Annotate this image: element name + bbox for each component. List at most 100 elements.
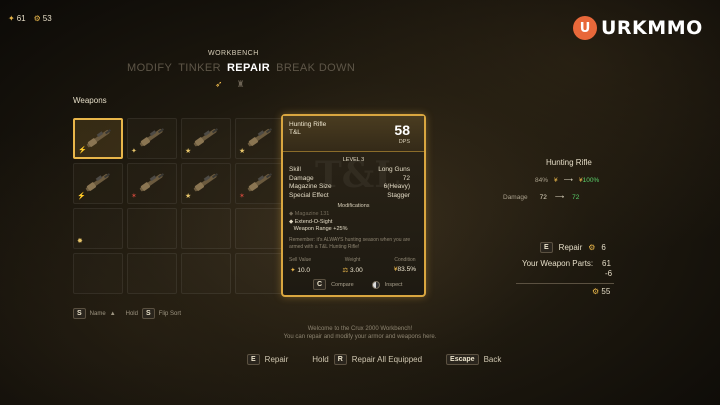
weight-amount: 3.00	[350, 267, 363, 274]
compare-key[interactable]: C	[313, 279, 327, 290]
item-dps: 58	[394, 122, 410, 138]
inventory-slot[interactable]: ★	[181, 163, 231, 204]
weapon-icon	[136, 170, 168, 194]
stat-row: Magazine Size 6(Heavy)	[289, 183, 410, 192]
sort-hint: S Name ▲ Hold S Flip Sort	[73, 308, 181, 319]
stat-row: Damage 72	[289, 175, 410, 184]
damage-to: 72	[572, 193, 580, 201]
workbench-title: WORKBENCH	[208, 50, 259, 57]
weapon-parts-summary: Your Weapon Parts: 61 -6	[522, 259, 612, 278]
slot-status-icon: ★	[239, 148, 246, 155]
inventory-slot[interactable]: ★	[181, 118, 231, 159]
flip-sort-key[interactable]: S	[141, 308, 155, 319]
condition-to: 100%	[582, 176, 600, 184]
stat-label: Magazine Size	[289, 183, 332, 191]
armor-category-icon[interactable]: ♜	[237, 79, 245, 90]
damage-change: Damage 72 ⟶ 72	[503, 193, 580, 202]
condition-amount: 83.5%	[397, 266, 416, 273]
stat-value: 72	[402, 174, 410, 182]
inventory-slot[interactable]: ★	[235, 118, 285, 159]
tab-tinker[interactable]: TINKER	[178, 62, 221, 74]
stat-value: Long Guns	[378, 166, 410, 173]
stat-row: Skill Long Guns	[289, 166, 410, 175]
sort-label: Name	[89, 310, 106, 317]
inventory-slot[interactable]	[235, 208, 285, 249]
weapon-icon	[190, 125, 222, 149]
escape-key[interactable]: Escape	[446, 354, 479, 365]
slot-status-icon: ★	[185, 193, 192, 200]
sort-key[interactable]: S	[73, 308, 86, 319]
condition-icon: ¥	[554, 176, 558, 184]
repair-action[interactable]: E Repair ⚙ 6	[540, 242, 606, 253]
flavor-text: Remember: it's ALWAYS hunting season whe…	[289, 237, 411, 250]
inventory-slot[interactable]	[181, 253, 231, 294]
item-value-weight-condition: Sell Value ✦ 10.0 Weight ⚖ 3.00 Condition ¥…	[289, 257, 416, 274]
inventory-slot[interactable]: ✶	[127, 163, 177, 204]
stat-value: 6(Heavy)	[383, 183, 410, 191]
parts-icon: ⚙	[33, 14, 41, 23]
back-label[interactable]: Back	[484, 355, 502, 364]
compare-label: Compare	[331, 281, 354, 288]
logo-mark: U	[573, 16, 597, 40]
slot-status-icon: ✸	[77, 238, 83, 245]
inventory-slot[interactable]: ✦	[127, 118, 177, 159]
bits-count: 61	[16, 14, 26, 23]
resource-counter: ✦ 61 ⚙ 53	[8, 14, 52, 23]
weapon-icon	[83, 126, 115, 150]
weapon-grid: ⚡ ✦ ★ ★ ⚡ ✶ ★ ✶ ✸	[73, 118, 288, 294]
parts-after-value: 55	[601, 287, 611, 296]
damage-label: Damage	[503, 193, 528, 201]
welcome-message: Welcome to the Crux 2000 Workbench! You …	[0, 325, 720, 341]
stat-value: Stagger	[387, 192, 410, 200]
inventory-slot[interactable]: ✶	[235, 163, 285, 204]
slot-status-icon: ✦	[131, 148, 137, 155]
condition-label: Condition	[394, 257, 416, 263]
hold-label: Hold	[125, 310, 138, 317]
modifications-title: Modifications	[337, 203, 370, 209]
repair-item-title: Hunting Rifle	[546, 158, 592, 167]
inventory-slot[interactable]: ⚡	[73, 118, 123, 159]
welcome-line-2: You can repair and modify your armor and…	[283, 334, 437, 340]
repair-all-label[interactable]: Repair All Equipped	[352, 355, 422, 364]
repair-cost: 6	[601, 243, 606, 252]
card-footer: C Compare Inspect	[313, 279, 402, 290]
inventory-slot[interactable]	[181, 208, 231, 249]
tab-modify[interactable]: MODIFY	[127, 62, 172, 74]
tab-repair[interactable]: REPAIR	[227, 62, 270, 74]
repair-key[interactable]: E	[540, 242, 553, 253]
watermark-logo: U URKMMO	[573, 16, 703, 40]
inventory-slot[interactable]	[127, 253, 177, 294]
repair-label: Repair	[558, 243, 583, 252]
bits-icon: ✦	[8, 14, 15, 23]
repair-label[interactable]: Repair	[265, 355, 289, 364]
inspect-icon[interactable]	[371, 280, 380, 289]
parts-count: 53	[42, 14, 52, 23]
repair-key[interactable]: E	[247, 354, 260, 365]
parts-have: 61	[602, 259, 611, 268]
tab-break-down[interactable]: BREAK DOWN	[276, 62, 355, 74]
inventory-slot[interactable]	[73, 253, 123, 294]
weapon-icon	[82, 170, 114, 194]
inventory-label: Weapons	[73, 96, 107, 105]
item-level: LEVEL 3	[342, 157, 365, 163]
inventory-slot[interactable]	[127, 208, 177, 249]
weapon-category-icon[interactable]: ➶	[215, 79, 223, 90]
inventory-slot[interactable]	[235, 253, 285, 294]
flip-sort-label: Flip Sort	[158, 310, 181, 317]
arrow-icon: ⟶	[563, 177, 573, 184]
parts-icon: ⚙	[592, 287, 600, 296]
mod-item: ◆ Magazine 131	[289, 211, 330, 217]
item-detail-card: Hunting Rifle T&L 58 DPS T&L LEVEL 3 Ski…	[281, 114, 426, 297]
mod-item: Weapon Range +25%	[293, 226, 348, 233]
repair-all-key[interactable]: R	[333, 354, 347, 365]
inventory-slot[interactable]: ⚡	[73, 163, 123, 204]
card-header: Hunting Rifle T&L 58 DPS	[283, 116, 424, 152]
inventory-slot[interactable]: ✸	[73, 208, 123, 249]
modifications-list: ◆ Magazine 131 ◆ Extend-O-Sight Weapon R…	[289, 211, 347, 234]
stat-label: Special Effect	[289, 192, 329, 200]
weapon-icon	[244, 125, 276, 149]
slot-status-icon: ★	[185, 148, 192, 155]
parts-icon: ⚙	[588, 243, 596, 252]
welcome-line-1: Welcome to the Crux 2000 Workbench!	[307, 326, 413, 332]
item-dps-label: DPS	[398, 139, 410, 145]
